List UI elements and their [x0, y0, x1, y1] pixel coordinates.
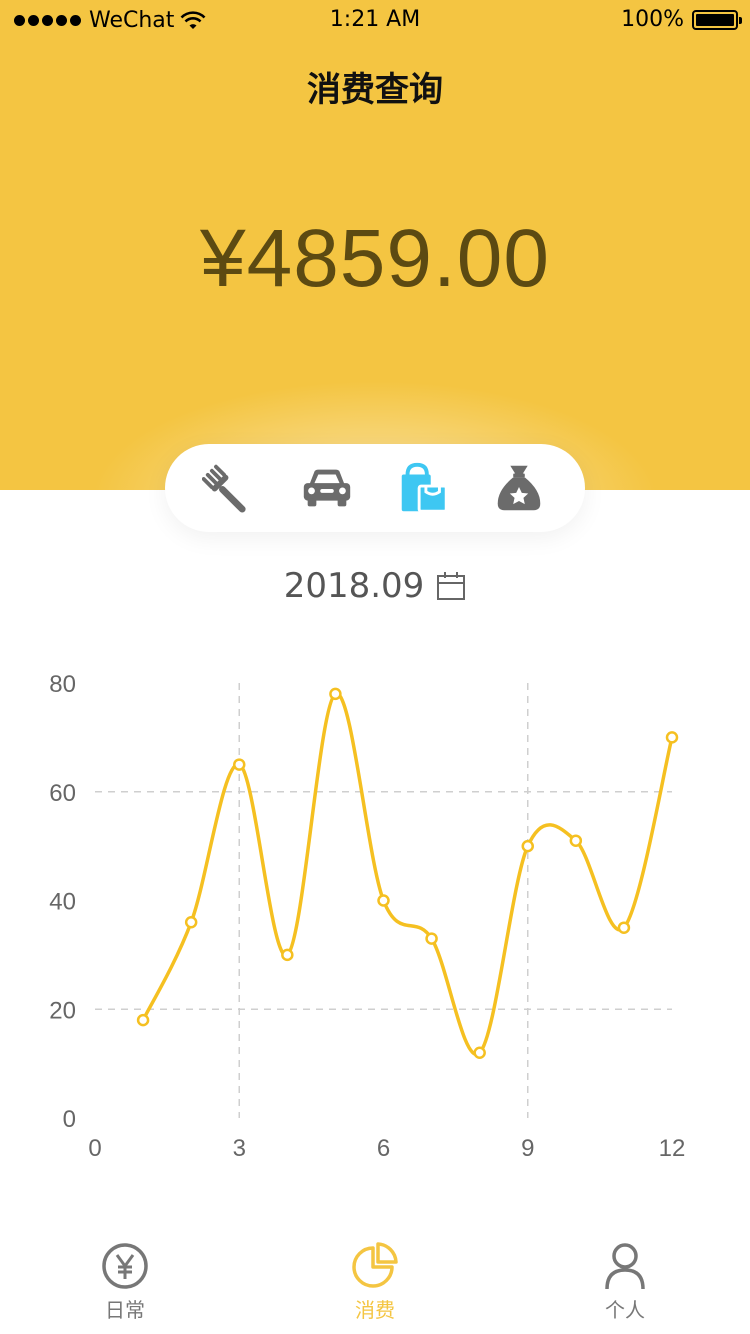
total-amount: ¥4859.00 — [199, 213, 550, 304]
x-tick-label: 6 — [377, 1135, 390, 1162]
fork-icon — [202, 464, 246, 513]
month-label: 2018.09 — [283, 566, 425, 606]
shopping-bag-icon — [401, 462, 448, 513]
data-point — [184, 916, 198, 929]
x-tick-label: 12 — [659, 1135, 686, 1162]
category-food-button[interactable] — [199, 456, 263, 520]
tab-bar: 日常 消费 个人 — [0, 1240, 750, 1334]
tab-label: 日常 — [105, 1298, 145, 1322]
data-point — [473, 1046, 486, 1059]
month-picker[interactable]: 2018.09 — [0, 566, 750, 606]
data-point — [377, 894, 390, 907]
data-point — [281, 948, 294, 962]
x-tick-label: 3 — [233, 1135, 246, 1162]
page-title: 消费查询 — [307, 70, 443, 110]
tab-spending[interactable]: 消费 — [295, 1240, 455, 1323]
person-icon — [605, 1243, 645, 1290]
yen-icon — [102, 1243, 148, 1289]
data-point — [617, 921, 631, 934]
data-point — [665, 731, 679, 744]
battery-icon — [692, 9, 742, 30]
pie-chart-icon — [352, 1242, 398, 1288]
battery-percent: 100% — [621, 7, 684, 32]
y-tick-label: 40 — [49, 889, 76, 916]
status-bar: WeChat 1:21 AM 100% — [0, 0, 750, 40]
data-point — [425, 932, 438, 945]
y-tick-label: 20 — [49, 997, 76, 1024]
data-point — [329, 687, 342, 701]
series-line — [141, 692, 674, 1057]
car-icon — [303, 469, 351, 507]
data-point — [233, 758, 246, 771]
tab-daily[interactable]: 日常 — [45, 1240, 205, 1323]
data-point — [569, 834, 583, 847]
calendar-icon — [437, 572, 466, 600]
category-selector — [165, 444, 585, 532]
y-tick-label: 80 — [49, 671, 76, 698]
spending-line-chart: 0 20 40 60 80 0 3 6 9 12 — [49, 671, 686, 1162]
tab-profile[interactable]: 个人 — [545, 1240, 705, 1323]
category-transport-button[interactable] — [295, 456, 359, 520]
tab-label: 消费 — [355, 1298, 395, 1322]
category-shopping-button[interactable] — [391, 456, 455, 520]
status-right: 100% — [621, 7, 742, 32]
data-point — [136, 1013, 150, 1027]
money-bag-icon — [497, 465, 541, 511]
data-point — [521, 839, 534, 853]
tab-label: 个人 — [605, 1298, 645, 1322]
category-finance-button[interactable] — [487, 456, 551, 520]
x-tick-label: 9 — [521, 1135, 534, 1162]
y-tick-label: 60 — [49, 780, 76, 807]
x-tick-label: 0 — [88, 1135, 101, 1162]
y-tick-label: 0 — [63, 1106, 76, 1133]
